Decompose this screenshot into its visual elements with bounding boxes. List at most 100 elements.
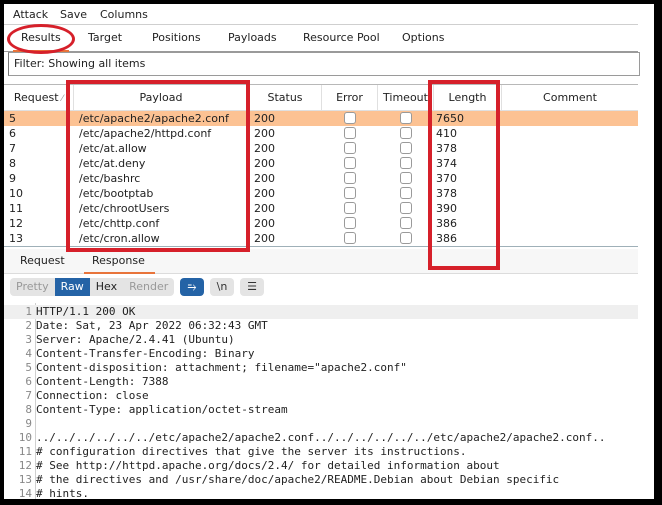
line-number: 14 <box>18 487 32 499</box>
table-row[interactable]: 11/etc/chrootUsers 200 390 <box>4 201 638 216</box>
line-number: 7 <box>25 389 32 402</box>
cell-length: 386 <box>436 232 457 245</box>
line-number: 1 <box>25 305 32 318</box>
main-tabs: Results Target Positions Payloads Resour… <box>4 24 638 52</box>
table-row[interactable]: 5/etc/apache2/apache2.conf 200 7650 <box>4 111 638 126</box>
word-wrap-icon[interactable]: ⥱ <box>180 278 204 296</box>
timeout-checkbox[interactable] <box>400 127 412 139</box>
detail-tabs: Request Response <box>4 249 638 274</box>
line-text: Server: Apache/2.4.41 (Ubuntu) <box>36 333 235 346</box>
line-number: 6 <box>25 375 32 388</box>
table-row[interactable]: 6/etc/apache2/httpd.conf 200 410 <box>4 126 638 141</box>
table-row[interactable]: 13/etc/cron.allow 200 386 <box>4 231 638 246</box>
response-line: 9 <box>4 417 638 431</box>
cell-length: 7650 <box>436 112 464 125</box>
line-text: Content-Length: 7388 <box>36 375 169 388</box>
cell-status: 200 <box>254 157 275 170</box>
timeout-checkbox[interactable] <box>400 232 412 244</box>
tab-payloads[interactable]: Payloads <box>228 31 277 44</box>
filter-bar[interactable]: Filter: Showing all items <box>8 52 640 76</box>
table-header: Request ⁄ Payload Status Error Timeout Le… <box>4 84 638 111</box>
view-pretty-button[interactable]: Pretty <box>10 278 55 296</box>
menu-attack[interactable]: Attack <box>13 8 48 21</box>
timeout-checkbox[interactable] <box>400 157 412 169</box>
table-row[interactable]: 10/etc/bootptab 200 378 <box>4 186 638 201</box>
view-hex-button[interactable]: Hex <box>90 278 123 296</box>
table-row[interactable]: 7/etc/at.allow 200 378 <box>4 141 638 156</box>
tab-target[interactable]: Target <box>88 31 122 44</box>
response-line: 8 Content-Type: application/octet-stream <box>4 403 638 417</box>
cell-length: 410 <box>436 127 457 140</box>
timeout-checkbox[interactable] <box>400 142 412 154</box>
response-line: 10 ../../../../../../etc/apache2/apache2.… <box>4 431 638 445</box>
error-checkbox[interactable] <box>344 232 356 244</box>
error-checkbox[interactable] <box>344 187 356 199</box>
response-line: 4 Content-Transfer-Encoding: Binary <box>4 347 638 361</box>
timeout-checkbox[interactable] <box>400 172 412 184</box>
tab-results[interactable]: Results <box>13 31 69 52</box>
error-checkbox[interactable] <box>344 202 356 214</box>
column-header-length[interactable]: Length <box>434 85 502 110</box>
cell-length: 370 <box>436 172 457 185</box>
line-text: # hints. <box>36 487 89 499</box>
timeout-checkbox[interactable] <box>400 217 412 229</box>
response-line: 11 # configuration directives that give t… <box>4 445 638 459</box>
cell-request: 13 <box>9 232 23 245</box>
tab-positions[interactable]: Positions <box>152 31 201 44</box>
column-header-request[interactable]: Request ⁄ <box>4 85 74 110</box>
column-header-request-label: Request <box>13 91 59 104</box>
error-checkbox[interactable] <box>344 112 356 124</box>
timeout-checkbox[interactable] <box>400 112 412 124</box>
line-text: Content-disposition: attachment; filenam… <box>36 361 407 374</box>
line-number: 2 <box>25 319 32 332</box>
cell-length: 378 <box>436 142 457 155</box>
cell-payload: /etc/apache2/httpd.conf <box>79 127 212 140</box>
show-newlines-icon[interactable]: \n <box>210 278 234 296</box>
cell-payload: /etc/chrootUsers <box>79 202 170 215</box>
column-header-comment[interactable]: Comment <box>502 85 638 110</box>
tab-options[interactable]: Options <box>402 31 444 44</box>
menu-columns[interactable]: Columns <box>100 8 148 21</box>
tab-response[interactable]: Response <box>84 254 155 274</box>
line-text: Date: Sat, 23 Apr 2022 06:32:43 GMT <box>36 319 268 332</box>
response-line: 13 # the directives and /usr/share/doc/ap… <box>4 473 638 487</box>
tab-request[interactable]: Request <box>20 254 65 267</box>
column-header-length-label: Length <box>448 91 487 104</box>
column-header-timeout-label: Timeout <box>383 91 428 104</box>
cell-payload: /etc/cron.allow <box>79 232 160 245</box>
column-header-status[interactable]: Status <box>249 85 322 110</box>
table-row[interactable]: 12/etc/chttp.conf 200 386 <box>4 216 638 231</box>
table-divider <box>4 246 638 247</box>
column-header-error-label: Error <box>336 91 363 104</box>
view-render-button[interactable]: Render <box>123 278 174 296</box>
response-line: 3 Server: Apache/2.4.41 (Ubuntu) <box>4 333 638 347</box>
timeout-checkbox[interactable] <box>400 187 412 199</box>
timeout-checkbox[interactable] <box>400 202 412 214</box>
table-row[interactable]: 9/etc/bashrc 200 370 <box>4 171 638 186</box>
response-line: 7 Connection: close <box>4 389 638 403</box>
error-checkbox[interactable] <box>344 217 356 229</box>
hamburger-menu-icon[interactable]: ☰ <box>240 278 264 296</box>
cell-payload: /etc/bootptab <box>79 187 154 200</box>
response-editor[interactable]: 1 HTTP/1.1 200 OK 2 Date: Sat, 23 Apr 2022 … <box>4 303 638 499</box>
cell-request: 6 <box>9 127 16 140</box>
error-checkbox[interactable] <box>344 172 356 184</box>
line-number: 11 <box>18 445 32 458</box>
menu-save[interactable]: Save <box>60 8 87 21</box>
intruder-results-window: Attack Save Columns Results Target Posit… <box>4 4 654 499</box>
view-raw-button[interactable]: Raw <box>54 278 90 296</box>
view-mode-selector: Pretty Raw Hex Render <box>10 278 175 296</box>
cell-length: 390 <box>436 202 457 215</box>
column-header-payload[interactable]: Payload <box>74 85 249 110</box>
column-header-error[interactable]: Error <box>322 85 378 110</box>
table-row[interactable]: 8/etc/at.deny 200 374 <box>4 156 638 171</box>
cell-request: 10 <box>9 187 23 200</box>
response-line: 14 # hints. <box>4 487 638 499</box>
column-header-timeout[interactable]: Timeout <box>378 85 434 110</box>
tab-resource-pool[interactable]: Resource Pool <box>303 31 380 44</box>
error-checkbox[interactable] <box>344 127 356 139</box>
filter-text: Filter: Showing all items <box>14 57 146 70</box>
error-checkbox[interactable] <box>344 157 356 169</box>
column-header-status-label: Status <box>267 91 303 104</box>
error-checkbox[interactable] <box>344 142 356 154</box>
